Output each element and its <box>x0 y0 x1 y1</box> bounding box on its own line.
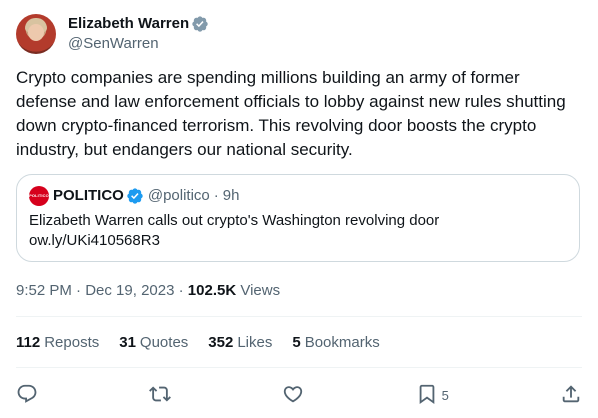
quoted-tweet-card[interactable]: POLITICO POLITICO @politico · 9h Elizabe… <box>16 174 580 262</box>
tweet-date[interactable]: Dec 19, 2023 <box>85 281 174 301</box>
action-bar: 5 <box>16 380 582 410</box>
repost-button[interactable] <box>149 383 172 408</box>
quoted-verified-badge-icon <box>126 187 144 205</box>
quoted-tweet-text: Elizabeth Warren calls out crypto's Wash… <box>29 211 569 251</box>
quoted-author-handle: @politico <box>147 187 210 204</box>
views-label: Views <box>236 282 281 299</box>
verified-badge-icon <box>191 15 209 33</box>
divider <box>16 316 582 317</box>
share-icon <box>560 383 582 408</box>
bookmarks-label: Bookmarks <box>304 334 380 351</box>
quotes-label: Quotes <box>139 334 189 351</box>
tweet-meta: 9:52 PM · Dec 19, 2023 · 102.5K Views <box>16 281 280 301</box>
quoted-timestamp: 9h <box>222 187 240 204</box>
likes-stat[interactable]: 352 Likes <box>208 333 272 353</box>
bookmarks-count: 5 <box>292 334 301 351</box>
meta-separator: · <box>71 282 86 299</box>
likes-count: 352 <box>208 334 234 351</box>
tweet-time[interactable]: 9:52 PM <box>16 281 72 301</box>
avatar[interactable] <box>16 14 56 54</box>
bookmark-icon <box>416 383 438 408</box>
heart-icon <box>282 383 304 408</box>
author-handle[interactable]: @SenWarren <box>68 34 209 54</box>
share-button[interactable] <box>560 383 582 408</box>
quoted-separator: · <box>213 187 219 204</box>
avatar-face <box>28 24 44 41</box>
tweet: Elizabeth Warren @SenWarren Crypto compa… <box>0 0 598 418</box>
author-display-name[interactable]: Elizabeth Warren <box>68 14 189 34</box>
author-name-row: Elizabeth Warren <box>68 14 209 34</box>
bookmarks-stat[interactable]: 5 Bookmarks <box>292 333 379 353</box>
tweet-text: Crypto companies are spending millions b… <box>16 68 566 159</box>
bookmark-button[interactable]: 5 <box>416 383 449 408</box>
tweet-header: Elizabeth Warren @SenWarren <box>16 12 209 56</box>
politico-logo: POLITICO <box>29 186 49 206</box>
views-count: 102.5K <box>187 282 237 299</box>
likes-label: Likes <box>237 334 273 351</box>
bookmark-count: 5 <box>441 387 449 403</box>
author-block: Elizabeth Warren @SenWarren <box>68 14 209 54</box>
repost-icon <box>149 383 172 408</box>
reposts-label: Reposts <box>44 334 100 351</box>
like-button[interactable] <box>282 383 304 408</box>
reposts-count: 112 <box>16 334 41 351</box>
quoted-text-line: Elizabeth Warren calls out crypto's Wash… <box>29 212 440 229</box>
quoted-link[interactable]: ow.ly/UKi410568R3 <box>29 231 569 251</box>
quotes-stat[interactable]: 31 Quotes <box>119 333 188 353</box>
quotes-count: 31 <box>119 334 136 351</box>
quoted-author-name: POLITICO <box>53 187 124 204</box>
divider <box>16 367 582 368</box>
reply-icon <box>16 383 38 408</box>
meta-separator: · <box>174 282 188 299</box>
reply-button[interactable] <box>16 383 38 408</box>
reposts-stat[interactable]: 112 Reposts <box>16 333 99 353</box>
engagement-stats: 112 Reposts 31 Quotes 352 Likes 5 Bookma… <box>16 333 400 353</box>
quoted-tweet-header: POLITICO POLITICO @politico · 9h <box>29 186 239 206</box>
